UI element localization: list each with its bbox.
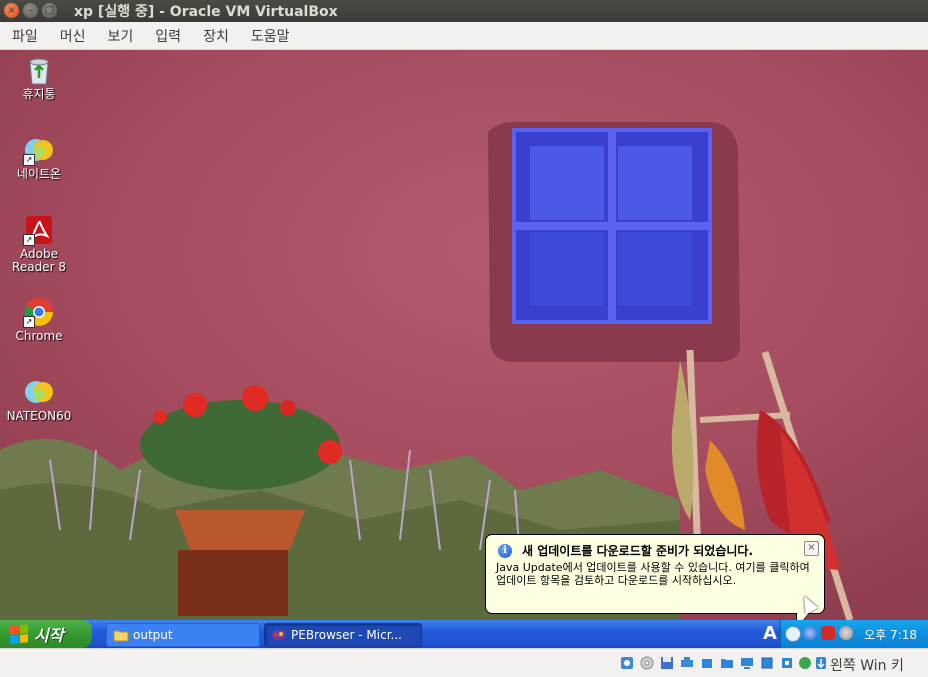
shortcut-arrow-icon: ↗ — [23, 316, 35, 328]
menubar: 파일 머신 보기 입력 장치 도움말 — [0, 22, 928, 50]
shared-folders-icon[interactable] — [720, 656, 734, 670]
menu-view[interactable]: 보기 — [98, 26, 144, 46]
security-shield-icon[interactable] — [821, 626, 835, 640]
taskbar: 시작 output PEBrowser - Micr... A 오후 7:18 — [0, 620, 928, 648]
taskbar-item-pebrowser[interactable]: PEBrowser - Micr... — [264, 623, 422, 647]
balloon-title: 새 업데이트를 다운로드할 준비가 되었습니다. — [522, 544, 754, 558]
start-button[interactable]: 시작 — [0, 620, 92, 648]
window-title: xp [실행 중] - Oracle VM VirtualBox — [74, 4, 338, 20]
close-icon: × — [7, 4, 16, 16]
folder-icon — [113, 630, 129, 642]
system-tray: 오후 7:18 — [780, 620, 928, 648]
optical-drive-icon[interactable] — [640, 656, 654, 670]
desktop-icon-label: NATEON60 — [6, 409, 72, 423]
hard-disk-icon[interactable] — [620, 656, 634, 670]
tray-clock[interactable]: 오후 7:18 — [864, 626, 917, 643]
nateon-icon — [23, 376, 55, 408]
shortcut-arrow-icon: ↗ — [23, 154, 35, 166]
taskbar-item-label: PEBrowser - Micr... — [291, 628, 402, 642]
desktop-icon-label: Adobe Reader 8 — [12, 247, 66, 274]
chrome-icon: ↗ — [23, 296, 55, 328]
maximize-window-button[interactable]: □ — [42, 3, 57, 18]
desktop-icon-label: 네이트온 — [16, 167, 62, 181]
window-titlebar: × – □ xp [실행 중] - Oracle VM VirtualBox — [0, 0, 928, 22]
info-icon: i — [498, 544, 512, 558]
balloon-body: Java Update에서 업데이트를 사용할 수 있습니다. 여기를 클릭하여… — [496, 561, 810, 587]
minimize-icon: – — [28, 4, 33, 16]
network-adapter-icon[interactable] — [680, 656, 694, 670]
start-label: 시작 — [34, 626, 64, 645]
display-icon[interactable] — [740, 656, 754, 670]
adobe-reader-icon: ↗ — [23, 214, 55, 246]
windows-flag-icon — [10, 624, 28, 644]
desktop-icon-chrome[interactable]: ↗ Chrome — [0, 296, 78, 343]
desktop-icon-nateon[interactable]: ↗ 네이트온 — [0, 134, 78, 181]
desktop-icon-label: Chrome — [15, 329, 63, 343]
balloon-close-button[interactable]: × — [804, 541, 819, 556]
recycle-bin-icon — [23, 54, 55, 86]
desktop-icon-label: 휴지통 — [22, 87, 56, 101]
maximize-icon: □ — [44, 4, 55, 16]
menu-input[interactable]: 입력 — [145, 26, 191, 46]
vbox-statusbar: 왼쪽 Win 키 — [0, 648, 928, 677]
desktop-icon-adobe-reader[interactable]: ↗ Adobe Reader 8 — [0, 214, 78, 274]
taskbar-item-output[interactable]: output — [106, 623, 260, 647]
java-update-balloon[interactable]: i 새 업데이트를 다운로드할 준비가 되었습니다. × Java Update… — [485, 534, 825, 629]
mouse-integration-icon[interactable] — [814, 656, 828, 670]
java-tray-icon[interactable] — [803, 626, 817, 640]
close-window-button[interactable]: × — [4, 3, 19, 18]
menu-machine[interactable]: 머신 — [50, 26, 96, 46]
floppy-icon[interactable] — [660, 656, 674, 670]
usb-icon[interactable] — [700, 656, 714, 670]
nateon-icon: ↗ — [23, 134, 55, 166]
virtualization-icon[interactable] — [798, 656, 812, 670]
menu-file[interactable]: 파일 — [2, 26, 48, 46]
capture-icon[interactable] — [760, 656, 774, 670]
vm-screen[interactable]: 휴지통 ↗ 네이트온 ↗ Adobe Reader 8 ↗ Chrome NAT… — [0, 50, 928, 648]
language-indicator[interactable]: A — [763, 623, 777, 644]
shortcut-arrow-icon: ↗ — [23, 234, 35, 246]
pebrowser-icon — [272, 630, 286, 640]
cpu-icon[interactable] — [780, 656, 794, 670]
desktop-icon-nateon60[interactable]: NATEON60 — [0, 376, 78, 423]
host-key-label: 왼쪽 Win 키 — [830, 658, 904, 674]
desktop-icon-recycle-bin[interactable]: 휴지통 — [0, 54, 78, 101]
tray-expand-icon[interactable] — [785, 626, 801, 642]
menu-help[interactable]: 도움말 — [241, 26, 300, 46]
menu-devices[interactable]: 장치 — [193, 26, 239, 46]
network-icon[interactable] — [839, 626, 853, 640]
minimize-window-button[interactable]: – — [23, 3, 38, 18]
taskbar-item-label: output — [133, 628, 173, 642]
